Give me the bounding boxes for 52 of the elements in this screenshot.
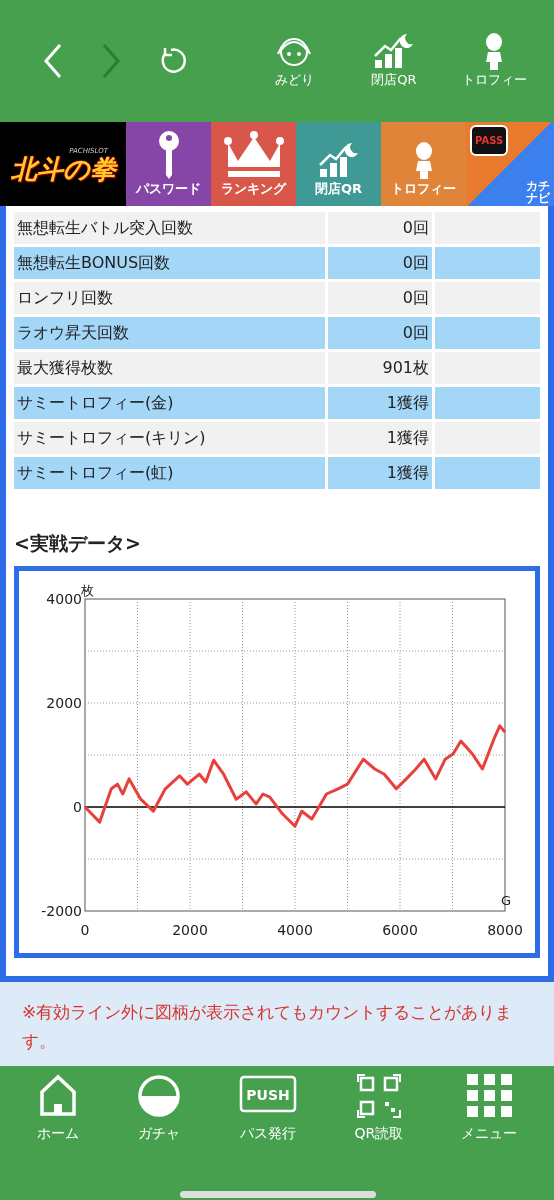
note-text: ※有効ライン外に図柄が表示されてもカウントすることがあります。 [0,981,554,1066]
stat-label: ロンフリ回数 [14,282,325,314]
nav-tab[interactable]: ホーム [36,1073,79,1144]
nav-tab[interactable]: PUSH パス発行 [238,1073,297,1144]
bar-chart-moon-icon [317,140,360,179]
app-tile[interactable]: PASS カチナビ [466,122,554,206]
stat-label: 最大獲得枚数 [14,352,325,384]
capsule-icon [136,1073,181,1118]
stat-label: 無想転生バトル突入回数 [14,212,325,244]
stat-value: 1獲得 [328,422,432,454]
menu-tile[interactable]: トロフィー [381,122,466,206]
menu-tile[interactable]: ランキング [211,122,296,206]
house-icon [37,1073,78,1118]
x-tick-label: 0 [80,921,90,938]
stat-value: 1獲得 [328,387,432,419]
x-tick-label: 6000 [382,921,418,938]
stat-label: 無想転生BONUS回数 [14,247,325,279]
y-tick-label: 0 [73,798,82,815]
shortcut-button[interactable]: 閉店QR [344,32,444,90]
stat-value: 0回 [328,317,432,349]
stat-value: 1獲得 [328,457,432,489]
nav-tab[interactable]: ガチャ [136,1073,181,1144]
stat-label: サミートロフィー(金) [14,387,325,419]
stat-value: 0回 [328,282,432,314]
stat-label: サミートロフィー(キリン) [14,422,325,454]
y-tick-label: -2000 [41,902,82,919]
stat-label: サミートロフィー(虹) [14,457,325,489]
nav-tab[interactable]: QR読取 [354,1073,404,1144]
shortcut-button[interactable]: みどり [244,32,344,90]
crown-icon [223,130,284,179]
stat-value: 901枚 [328,352,432,384]
pass-badge: PASS [470,125,509,156]
app-name: カチナビ [525,180,551,204]
grid-icon [466,1073,512,1117]
x-axis-unit: G [501,892,512,908]
qr-code-icon [356,1073,401,1118]
y-axis-unit: 枚 [81,582,94,598]
stat-value: 0回 [328,212,432,244]
stat-value: 0回 [328,247,432,279]
stat-label: ラオウ昇天回数 [14,317,325,349]
x-tick-label: 4000 [277,921,313,938]
section-title: <実戦データ> [14,531,142,556]
push-label: PUSH [245,1086,290,1103]
shortcut-button[interactable]: トロフィー [444,32,544,90]
y-tick-label: 4000 [46,590,82,607]
x-tick-label: 8000 [487,921,523,938]
menu-tile[interactable]: 閉店QR [296,122,381,206]
nav-tab[interactable]: メニュー [461,1073,518,1144]
x-tick-label: 2000 [172,921,208,938]
bar-chart-moon-icon [373,32,415,71]
y-tick-label: 2000 [46,694,82,711]
menu-tile[interactable]: パスワード [126,122,211,206]
